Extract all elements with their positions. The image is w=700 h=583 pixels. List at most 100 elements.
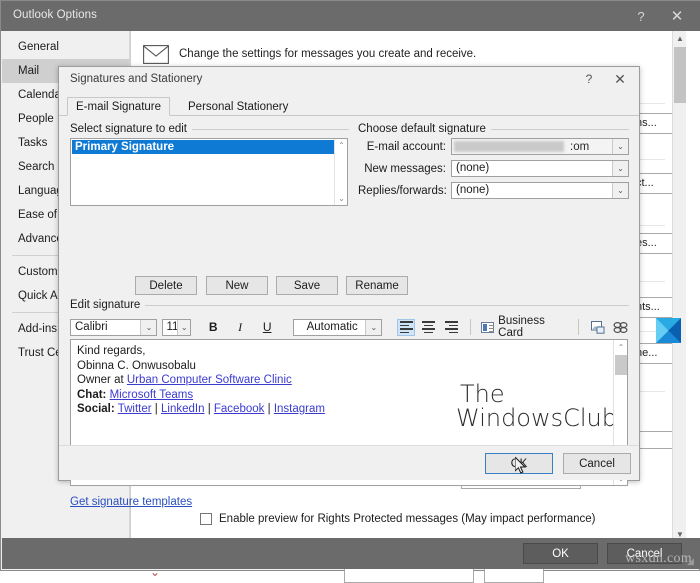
align-center-icon[interactable] (420, 319, 437, 336)
dialog-footer: OK Cancel (59, 445, 639, 480)
business-card-button[interactable]: Business Card (480, 315, 569, 339)
signature-content[interactable]: Kind regards, Obinna C. Onwusobalu Owner… (77, 344, 325, 417)
email-account-combobox[interactable]: :om ⌄ (451, 138, 629, 155)
scrollbar-thumb[interactable] (615, 355, 627, 375)
company-link[interactable]: Urban Computer Software Clinic (127, 374, 292, 386)
group-divider (169, 129, 349, 130)
replies-forwards-value: (none) (456, 184, 490, 196)
new-messages-label: New messages: (364, 163, 446, 175)
scroll-up-icon[interactable]: ⌃ (335, 139, 348, 152)
dialog-close-icon[interactable]: ✕ (607, 67, 633, 91)
scroll-down-icon[interactable]: ⌄ (335, 192, 348, 205)
signature-list[interactable]: Primary Signature ⌃ ⌄ (70, 138, 348, 206)
signature-line-3: Owner at Urban Computer Software Clinic (77, 373, 325, 388)
windowsclub-watermark: The WindowsClub (456, 382, 617, 431)
chevron-down-icon[interactable]: ⌄ (140, 319, 157, 335)
dialog-title: Signatures and Stationery (70, 73, 203, 85)
rights-protected-label: Enable preview for Rights Protected mess… (219, 513, 596, 525)
options-window-title: Outlook Options (13, 9, 97, 21)
replies-forwards-label: Replies/forwards: (358, 185, 447, 197)
resize-grip-icon[interactable]: ◢ (687, 557, 697, 567)
tab-personal-stationery[interactable]: Personal Stationery (179, 97, 297, 116)
align-left-icon[interactable] (397, 318, 416, 336)
hyperlink-icon[interactable] (613, 320, 628, 335)
close-icon[interactable]: ✕ (661, 1, 693, 31)
signature-line-1: Kind regards, (77, 345, 146, 357)
social-label: Social: (77, 403, 115, 415)
scrollbar-thumb[interactable] (674, 47, 686, 103)
chevron-down-icon[interactable]: ⌄ (612, 161, 628, 176)
scroll-up-icon[interactable]: ⌃ (614, 340, 627, 354)
signature-line-5: Social: Twitter | LinkedIn | Facebook | … (77, 402, 325, 417)
rename-button[interactable]: Rename (346, 276, 408, 295)
link-separator: | (207, 403, 211, 415)
rights-protected-row[interactable]: Enable preview for Rights Protected mess… (200, 513, 595, 525)
bold-button[interactable]: B (204, 318, 222, 336)
chevron-down-icon[interactable]: ⌄ (612, 139, 628, 154)
align-right-icon[interactable] (443, 319, 460, 336)
envelope-icon (143, 44, 169, 64)
chevron-down-icon[interactable]: ⌄ (365, 319, 382, 335)
select-signature-group-label: Select signature to edit (70, 123, 192, 135)
get-signature-templates-link[interactable]: Get signature templates (70, 496, 192, 508)
dialog-help-icon[interactable]: ? (576, 67, 602, 91)
new-messages-combobox[interactable]: (none) ⌄ (451, 160, 629, 177)
group-divider (473, 129, 629, 130)
business-card-label: Business Card (498, 315, 545, 339)
rights-protected-checkbox[interactable] (200, 513, 212, 525)
replies-forwards-combobox[interactable]: (none) ⌄ (451, 182, 629, 199)
font-size-combobox[interactable]: 11 ⌄ (162, 318, 192, 336)
tab-email-signature[interactable]: E-mail Signature (67, 97, 171, 116)
delete-button[interactable]: Delete (135, 276, 197, 295)
underline-button[interactable]: U (258, 318, 276, 336)
toolbar-divider (469, 319, 471, 335)
font-color-combobox[interactable]: Automatic ⌄ (293, 318, 383, 336)
font-family-value: Calibri (75, 320, 108, 333)
site-watermark: wsxdn.com (625, 551, 692, 566)
edit-signature-group-label: Edit signature (70, 299, 146, 311)
mail-settings-description: Change the settings for messages you cre… (179, 48, 477, 60)
facebook-link[interactable]: Facebook (214, 403, 265, 415)
redacted-account-value (454, 141, 564, 152)
group-divider (143, 305, 629, 306)
default-signature-group-label: Choose default signature (358, 123, 491, 135)
list-item[interactable]: Primary Signature (72, 140, 334, 154)
twitter-link[interactable]: Twitter (118, 403, 152, 415)
dialog-tabs: E-mail Signature Personal Stationery (59, 97, 639, 116)
watermark-line-1: The (459, 380, 505, 408)
options-titlebar: Outlook Options ? ✕ (1, 1, 700, 31)
new-button[interactable]: New (206, 276, 268, 295)
help-icon[interactable]: ? (625, 1, 657, 31)
signature-line-4: Chat: Microsoft Teams (77, 388, 325, 403)
signatures-and-stationery-dialog: Signatures and Stationery ? ✕ E-mail Sig… (58, 66, 640, 508)
options-footer: OK Cancel wsxdn.com ◢ (2, 538, 700, 569)
chevron-down-icon[interactable]: ⌄ (612, 183, 628, 198)
sidebar-item-general[interactable]: General (2, 35, 129, 59)
linkedin-link[interactable]: LinkedIn (161, 403, 204, 415)
instagram-link[interactable]: Instagram (274, 403, 325, 415)
link-separator: | (154, 403, 158, 415)
picture-icon[interactable] (591, 320, 606, 335)
watermark-line-2: WindowsClub (455, 404, 617, 433)
dialog-titlebar: Signatures and Stationery ? ✕ (59, 67, 639, 91)
signature-list-scrollbar[interactable]: ⌃ ⌄ (334, 139, 347, 205)
font-family-combobox[interactable]: Calibri ⌄ (70, 318, 158, 336)
italic-button[interactable]: I (231, 318, 249, 336)
options-ok-button[interactable]: OK (523, 543, 598, 564)
teams-link[interactable]: Microsoft Teams (110, 389, 194, 401)
toolbar-divider (577, 319, 579, 335)
dialog-ok-button[interactable]: OK (485, 453, 553, 474)
signature-line-2: Obinna C. Onwusobalu (77, 359, 196, 372)
options-scrollbar[interactable]: ▲ ▼ (672, 31, 686, 541)
chevron-down-icon[interactable]: ⌄ (177, 319, 191, 335)
dialog-cancel-button[interactable]: Cancel (563, 453, 631, 474)
email-account-value: :om (570, 141, 590, 153)
chat-label: Chat: (77, 388, 107, 401)
link-separator: | (267, 403, 271, 415)
scroll-up-icon[interactable]: ▲ (673, 31, 687, 45)
business-card-icon (480, 321, 495, 333)
save-button[interactable]: Save (276, 276, 338, 295)
windowsclub-diamond-logo-icon (656, 318, 681, 343)
font-color-value: Automatic (306, 320, 358, 333)
new-messages-value: (none) (456, 162, 490, 174)
